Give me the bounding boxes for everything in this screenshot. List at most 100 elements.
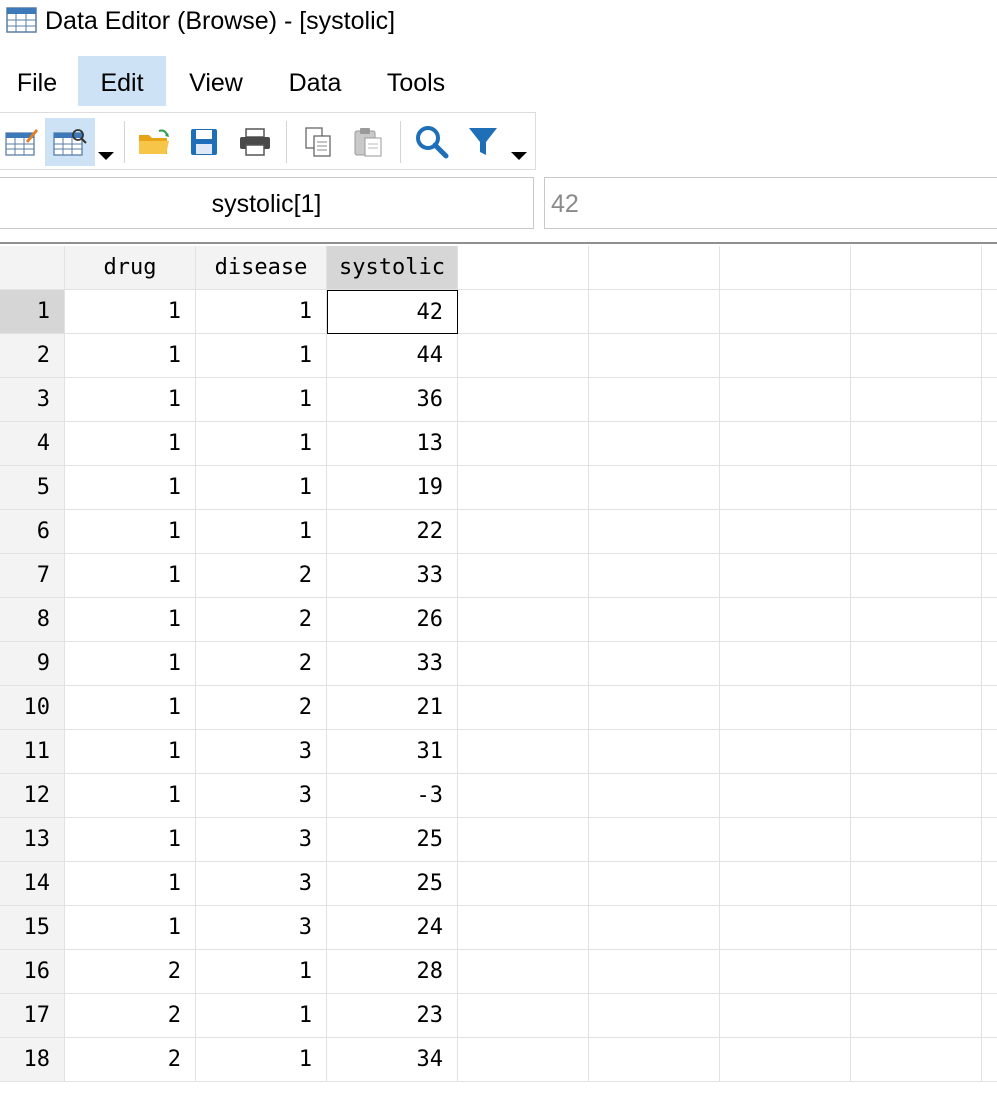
empty-cell[interactable] xyxy=(720,466,851,510)
cell-disease[interactable]: 2 xyxy=(196,686,327,730)
empty-cell[interactable] xyxy=(982,334,997,378)
empty-cell[interactable] xyxy=(982,422,997,466)
cell-disease[interactable]: 1 xyxy=(196,334,327,378)
cell-drug[interactable]: 2 xyxy=(65,950,196,994)
cell-disease[interactable]: 1 xyxy=(196,378,327,422)
menu-view[interactable]: View xyxy=(174,56,258,106)
empty-cell[interactable] xyxy=(982,510,997,554)
cell-systolic[interactable]: 28 xyxy=(327,950,458,994)
cell-systolic[interactable]: 26 xyxy=(327,598,458,642)
empty-cell[interactable] xyxy=(720,862,851,906)
empty-cell[interactable] xyxy=(851,1038,982,1082)
cell-disease[interactable]: 1 xyxy=(196,510,327,554)
empty-cell[interactable] xyxy=(458,862,589,906)
copy-button[interactable] xyxy=(298,118,338,166)
column-header-systolic[interactable]: systolic xyxy=(327,246,458,290)
cell-disease[interactable]: 1 xyxy=(196,466,327,510)
empty-cell[interactable] xyxy=(720,334,851,378)
cell-systolic[interactable]: 25 xyxy=(327,862,458,906)
empty-cell[interactable] xyxy=(851,686,982,730)
cell-drug[interactable]: 1 xyxy=(65,642,196,686)
empty-cell[interactable] xyxy=(589,334,720,378)
empty-cell[interactable] xyxy=(589,378,720,422)
empty-cell[interactable] xyxy=(851,906,982,950)
cell-value-field[interactable]: 42 xyxy=(544,177,997,229)
cell-systolic[interactable]: 21 xyxy=(327,686,458,730)
menu-edit[interactable]: Edit xyxy=(78,56,166,106)
empty-cell[interactable] xyxy=(458,510,589,554)
empty-cell[interactable] xyxy=(589,510,720,554)
empty-cell[interactable] xyxy=(720,774,851,818)
empty-cell[interactable] xyxy=(982,466,997,510)
empty-cell[interactable] xyxy=(720,1038,851,1082)
empty-cell[interactable] xyxy=(720,598,851,642)
empty-cell[interactable] xyxy=(589,642,720,686)
empty-cell[interactable] xyxy=(982,1038,997,1082)
row-number[interactable]: 5 xyxy=(0,466,65,510)
cell-systolic[interactable]: 33 xyxy=(327,554,458,598)
empty-cell[interactable] xyxy=(720,554,851,598)
cell-reference-box[interactable]: systolic[1] xyxy=(0,177,534,229)
empty-cell[interactable] xyxy=(851,422,982,466)
empty-cell[interactable] xyxy=(589,290,720,334)
cell-disease[interactable]: 3 xyxy=(196,774,327,818)
cell-drug[interactable]: 1 xyxy=(65,378,196,422)
cell-disease[interactable]: 1 xyxy=(196,994,327,1038)
empty-cell[interactable] xyxy=(589,994,720,1038)
find-button[interactable] xyxy=(410,118,454,166)
cell-disease[interactable]: 3 xyxy=(196,906,327,950)
empty-cell[interactable] xyxy=(982,906,997,950)
cell-drug[interactable]: 1 xyxy=(65,598,196,642)
cell-drug[interactable]: 1 xyxy=(65,554,196,598)
empty-cell[interactable] xyxy=(589,774,720,818)
cell-drug[interactable]: 1 xyxy=(65,686,196,730)
filter-button[interactable] xyxy=(462,118,504,166)
empty-cell[interactable] xyxy=(458,290,589,334)
empty-cell[interactable] xyxy=(589,730,720,774)
empty-cell[interactable] xyxy=(720,686,851,730)
empty-cell[interactable] xyxy=(589,598,720,642)
empty-cell[interactable] xyxy=(589,422,720,466)
empty-cell[interactable] xyxy=(851,554,982,598)
cell-drug[interactable]: 2 xyxy=(65,994,196,1038)
empty-cell[interactable] xyxy=(851,774,982,818)
row-number[interactable]: 16 xyxy=(0,950,65,994)
cell-systolic[interactable]: 42 xyxy=(327,290,458,334)
empty-cell[interactable] xyxy=(982,730,997,774)
cell-disease[interactable]: 1 xyxy=(196,950,327,994)
cell-drug[interactable]: 1 xyxy=(65,818,196,862)
empty-cell[interactable] xyxy=(720,422,851,466)
empty-cell[interactable] xyxy=(720,378,851,422)
empty-cell[interactable] xyxy=(720,730,851,774)
row-number[interactable]: 13 xyxy=(0,818,65,862)
save-button[interactable] xyxy=(184,118,224,166)
cell-systolic[interactable]: 34 xyxy=(327,1038,458,1082)
empty-cell[interactable] xyxy=(720,818,851,862)
empty-cell[interactable] xyxy=(851,950,982,994)
row-number[interactable]: 18 xyxy=(0,1038,65,1082)
cell-drug[interactable]: 1 xyxy=(65,862,196,906)
empty-cell[interactable] xyxy=(982,378,997,422)
empty-cell[interactable] xyxy=(458,466,589,510)
cell-systolic[interactable]: 24 xyxy=(327,906,458,950)
empty-cell[interactable] xyxy=(458,730,589,774)
cell-systolic[interactable]: 19 xyxy=(327,466,458,510)
empty-cell[interactable] xyxy=(851,378,982,422)
cell-drug[interactable]: 1 xyxy=(65,730,196,774)
cell-systolic[interactable]: 22 xyxy=(327,510,458,554)
cell-drug[interactable]: 1 xyxy=(65,290,196,334)
cell-drug[interactable]: 1 xyxy=(65,510,196,554)
empty-cell[interactable] xyxy=(589,1038,720,1082)
row-number[interactable]: 6 xyxy=(0,510,65,554)
cell-drug[interactable]: 1 xyxy=(65,334,196,378)
open-button[interactable] xyxy=(134,118,174,166)
empty-cell[interactable] xyxy=(982,862,997,906)
empty-cell[interactable] xyxy=(851,466,982,510)
filter-dropdown-icon[interactable] xyxy=(511,152,527,160)
cell-drug[interactable]: 1 xyxy=(65,906,196,950)
empty-cell[interactable] xyxy=(851,862,982,906)
empty-cell[interactable] xyxy=(851,730,982,774)
row-number[interactable]: 14 xyxy=(0,862,65,906)
cell-disease[interactable]: 1 xyxy=(196,1038,327,1082)
empty-cell[interactable] xyxy=(458,598,589,642)
